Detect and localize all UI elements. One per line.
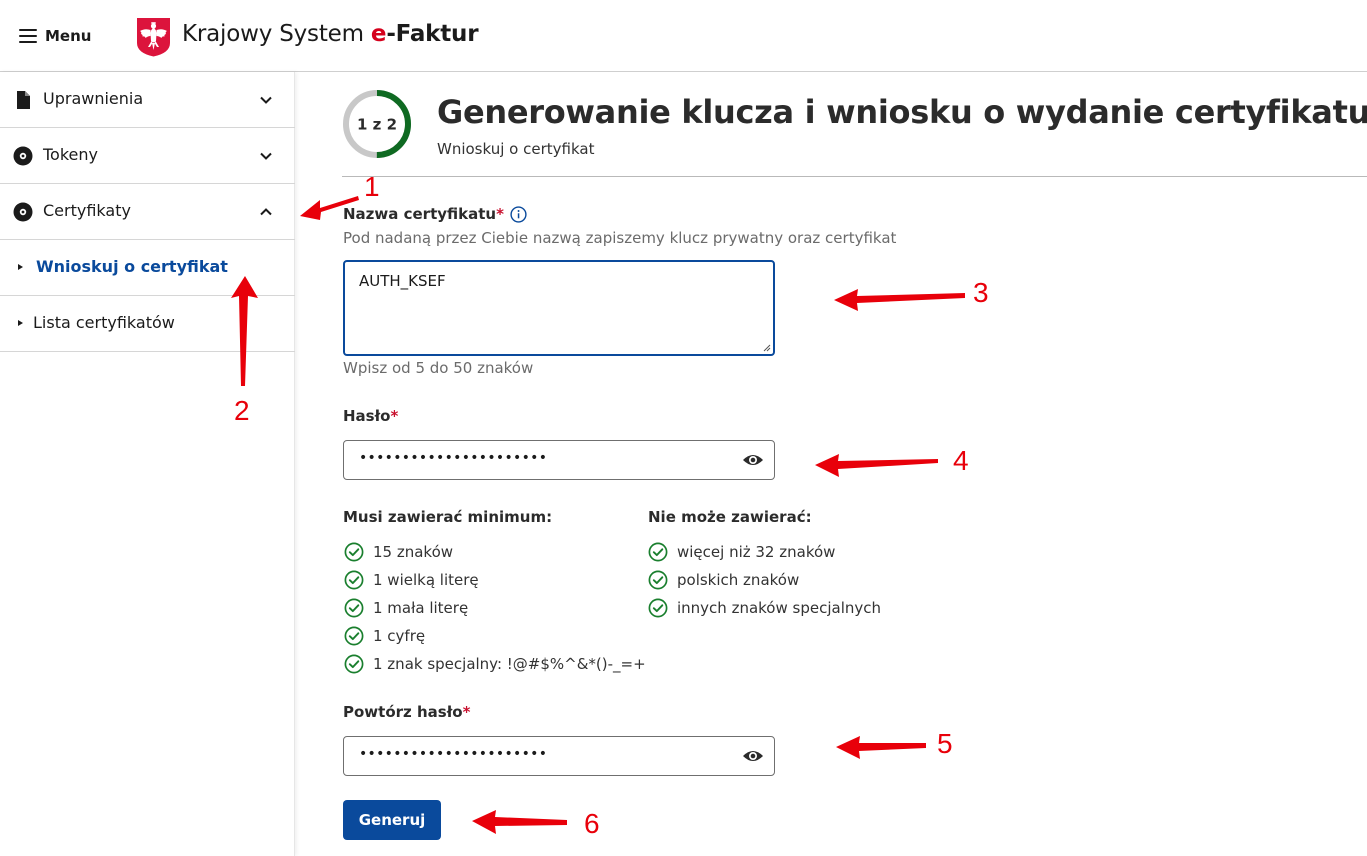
sidebar-subitem-wnioskuj[interactable]: Wnioskuj o certyfikat [0,240,295,296]
generate-button[interactable]: Generuj [343,800,441,840]
rule-text: 1 wielką literę [373,571,479,589]
check-circle-icon [648,542,668,562]
chevron-up-icon [260,208,272,216]
sidebar-item-certyfikaty[interactable]: Certyfikaty [0,184,295,240]
rule-text: 1 mała literę [373,599,469,617]
check-circle-icon [344,598,364,618]
rule-text: 1 znak specjalny: !@#$%^&*()-_=+ [373,655,646,673]
annotation-arrow-6 [472,810,567,834]
cert-name-label: Nazwa certyfikatu* [343,205,504,223]
rule-text: innych znaków specjalnych [677,599,881,617]
check-circle-icon [344,542,364,562]
sidebar-item-uprawnienia[interactable]: Uprawnienia [0,72,295,128]
bullet-triangle-icon [18,320,23,326]
sidebar-item-label: Certyfikaty [43,201,131,220]
cert-name-value: AUTH_KSEF [359,272,446,290]
sidebar-subitem-label: Wnioskuj o certyfikat [36,257,228,276]
check-circle-icon [344,626,364,646]
rule-item: więcej niż 32 znaków [648,541,835,563]
sidebar-subitem-label: Lista certyfikatów [33,313,175,332]
sidebar-item-label: Tokeny [43,145,98,164]
step-label: 1 z 2 [357,116,397,134]
check-circle-icon [344,570,364,590]
resize-handle-icon[interactable] [763,344,771,352]
cert-name-hint: Pod nadaną przez Ciebie nazwą zapiszemy … [343,229,897,247]
sidebar-subitem-lista[interactable]: Lista certyfikatów [0,296,295,352]
step-progress-indicator: 1 z 2 [343,90,411,158]
brand-prefix: Krajowy System [182,21,371,47]
bullet-triangle-icon [18,264,23,270]
polish-eagle-logo-icon [137,18,170,57]
cert-name-field[interactable]: AUTH_KSEF [343,260,775,356]
required-mark: * [496,205,504,223]
menu-button[interactable]: Menu [19,24,91,48]
rule-text: 15 znaków [373,543,454,561]
sidebar: Uprawnienia Tokeny Certyfikaty Wnioskuj … [0,72,295,856]
rule-text: polskich znaków [677,571,800,589]
page-subtitle: Wnioskuj o certyfikat [437,140,595,158]
divider [342,176,1367,177]
annotation-number-4: 4 [953,445,969,476]
menu-label: Menu [45,27,92,45]
brand-e: e [370,21,387,47]
eye-icon[interactable] [742,748,764,764]
check-circle-icon [648,598,668,618]
check-circle-icon [648,570,668,590]
page-title: Generowanie klucza i wniosku o wydanie c… [437,93,1367,131]
required-mark: * [462,703,471,721]
annotation-arrow-4 [815,454,938,477]
rules-cannot-heading: Nie może zawierać: [648,508,812,526]
info-icon[interactable] [510,206,527,223]
eye-icon[interactable] [742,452,764,468]
rule-text: więcej niż 32 znaków [677,543,836,561]
rule-item: 15 znaków [344,541,453,563]
sidebar-item-label: Uprawnienia [43,89,144,108]
rule-item: innych znaków specjalnych [648,597,881,619]
annotation-number-5: 5 [937,728,953,759]
repeat-password-label: Powtórz hasło* [343,703,471,721]
rule-item: polskich znaków [648,569,799,591]
annotation-arrow-5 [836,736,926,759]
rule-item: 1 cyfrę [344,625,425,647]
annotation-arrow-3 [834,289,965,311]
disc-icon [13,146,33,166]
sidebar-item-tokeny[interactable]: Tokeny [0,128,295,184]
password-label: Hasło* [343,407,399,425]
annotation-number-2: 2 [234,395,250,426]
annotation-number-3: 3 [973,277,989,308]
cert-name-help: Wpisz od 5 do 50 znaków [343,359,534,377]
brand-suffix: -Faktur [386,21,479,47]
rules-must-heading: Musi zawierać minimum: [343,508,553,526]
disc-icon [13,202,33,222]
rule-item: 1 mała literę [344,597,468,619]
chevron-down-icon [260,96,272,104]
rule-text: 1 cyfrę [373,627,426,645]
annotation-number-6: 6 [584,808,600,839]
check-circle-icon [344,654,364,674]
annotation-number-1: 1 [364,171,380,202]
app-header: Menu Krajowy System e-Faktur [0,0,1367,72]
rule-item: 1 wielką literę [344,569,479,591]
brand-title[interactable]: Krajowy System e-Faktur [182,21,479,47]
password-field[interactable]: •••••••••••••••••••••• [343,440,775,480]
rule-item: 1 znak specjalny: !@#$%^&*()-_=+ [344,653,646,675]
chevron-down-icon [260,152,272,160]
required-mark: * [390,407,399,425]
hamburger-icon [19,29,37,43]
repeat-password-value: •••••••••••••••••••••• [359,746,548,762]
repeat-password-field[interactable]: •••••••••••••••••••••• [343,736,775,776]
password-value: •••••••••••••••••••••• [359,450,548,466]
document-icon [17,91,30,109]
